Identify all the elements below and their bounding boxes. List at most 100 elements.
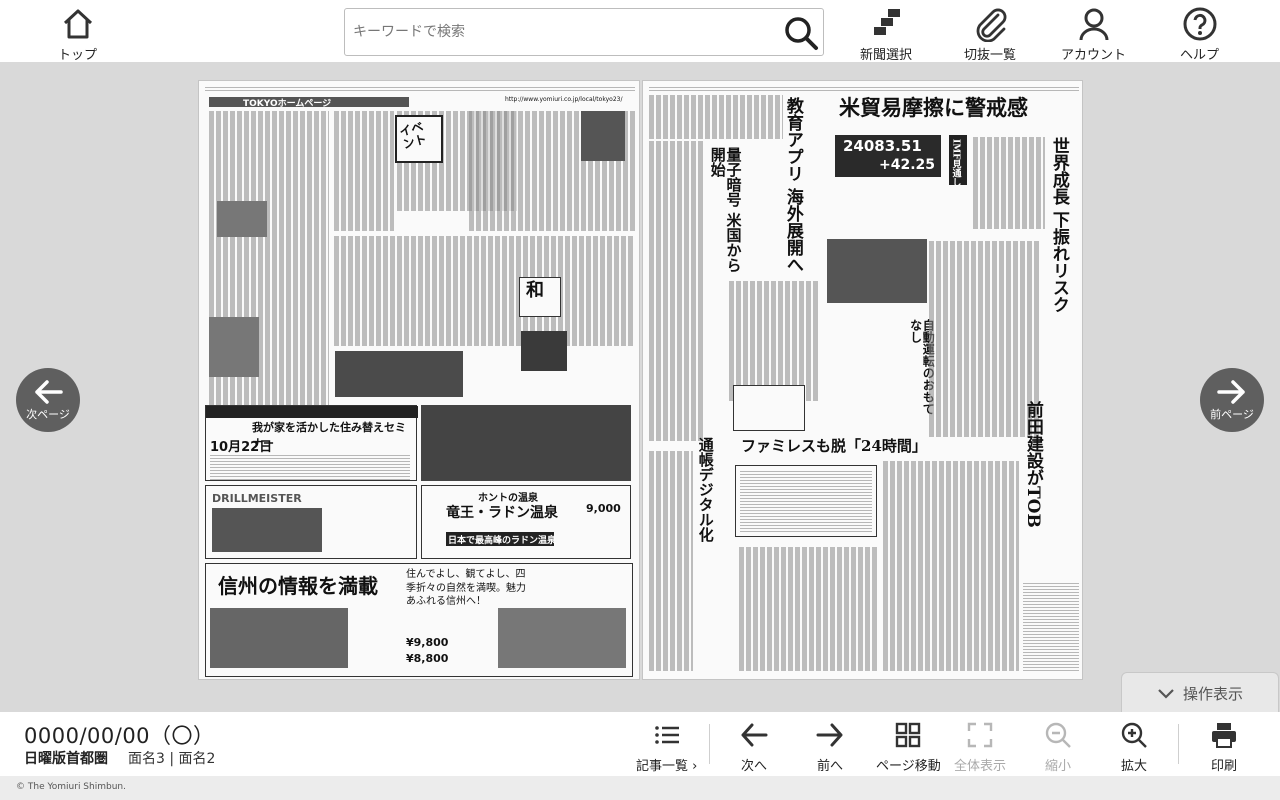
paper-select-button[interactable]: 新聞選択 — [860, 6, 912, 63]
newspaper-stack-icon — [874, 9, 900, 35]
article-photo — [581, 111, 625, 161]
operations-toggle-button[interactable]: 操作表示 — [1121, 672, 1279, 714]
articles-list-label: 記事一覧 › — [636, 759, 698, 774]
paperclip-icon — [976, 8, 1007, 42]
section-url: http://www.yomiuri.co.jp/local/tokyo23/ — [505, 96, 623, 103]
ad-seminar-date: 10月22日 — [210, 440, 273, 455]
prev-page-button[interactable]: 次ページ — [16, 368, 80, 432]
article-column — [973, 137, 1045, 229]
page-names: 面名3 | 面名2 — [128, 751, 216, 767]
search-icon[interactable] — [783, 15, 819, 51]
fit-view-label: 全体表示 — [954, 759, 1007, 774]
article-column — [649, 141, 703, 441]
print-label: 印刷 — [1210, 759, 1237, 774]
ad-seminar[interactable]: 我が家を活かした住み替えセミナー 10月22日 — [205, 405, 418, 481]
article-column — [334, 236, 634, 346]
ad-drill-brand: DRILLMEISTER — [212, 492, 302, 505]
arrow-left-icon — [35, 379, 63, 404]
article-photo — [521, 331, 567, 371]
ad-drill-photo — [212, 508, 322, 552]
next-page-label: 前ページ — [1210, 407, 1254, 421]
next-page-button[interactable]: 前ページ — [1200, 368, 1264, 432]
famires-table — [735, 465, 877, 537]
paper-select-label: 新聞選択 — [860, 48, 913, 63]
ad-onsen-price: 9,000 — [586, 502, 621, 515]
home-label: トップ — [58, 48, 98, 63]
ad-shinshu-poem: 住んでよし、観てよし、四季折々の自然を満喫。魅力あふれる信州へ！ — [406, 569, 526, 607]
home-button[interactable]: トップ — [58, 6, 97, 63]
print-button[interactable]: 印刷 — [1209, 720, 1239, 774]
ad-onsen-catch: 日本で最高峰のラドン温泉 — [448, 536, 557, 546]
ad-seminar-body — [210, 454, 410, 480]
clippings-button[interactable]: 切抜一覧 — [964, 6, 1016, 63]
ad-onsen-title: 竜王・ラドン温泉 — [446, 505, 558, 521]
newspaper-page-right[interactable]: 米貿易摩擦に警戒感 教育アプリ 海外展開へ 24083.51 +42.25 IM… — [642, 80, 1083, 680]
page-move-label: ページ移動 — [876, 759, 941, 774]
headline-growth: 世界成長 下振れリスク — [1048, 137, 1069, 313]
ad-onsen[interactable]: ホントの温泉 竜王・ラドン温泉 日本で最高峰のラドン温泉 9,000 — [421, 485, 631, 559]
headline-main: 米貿易摩擦に警戒感 — [839, 95, 1028, 120]
event-info-badge: イベ ント — [395, 115, 443, 163]
infographic — [733, 385, 805, 431]
headline-quantum: 量子暗号 米国から開始 — [708, 147, 743, 273]
zoom-out-button[interactable]: 縮小 — [1043, 720, 1073, 774]
bottom-toolbar: 0000/00/00（〇） 日曜版首都圏 面名3 | 面名2 記事一覧 › 次へ… — [0, 712, 1280, 776]
list-icon — [654, 726, 679, 744]
toolbar-divider — [709, 724, 710, 764]
famires-table-rows — [740, 470, 872, 532]
articles-list-button[interactable]: 記事一覧 › — [636, 720, 697, 774]
zoom-in-label: 拡大 — [1120, 759, 1147, 774]
arrow-right-icon — [816, 723, 843, 747]
next-label: 次へ — [740, 759, 767, 774]
grid-icon — [896, 722, 921, 748]
clippings-label: 切抜一覧 — [964, 48, 1017, 63]
operations-toggle-label: 操作表示 — [1182, 685, 1243, 703]
search-input[interactable] — [353, 19, 773, 45]
toolbar-divider — [1178, 724, 1179, 764]
market-table — [1023, 581, 1079, 671]
article-photo — [209, 317, 259, 377]
newspaper-page-left[interactable]: TOKYOホームページ http://www.yomiuri.co.jp/loc… — [198, 80, 640, 680]
help-icon — [1183, 7, 1216, 41]
ad-shinshu-title: 信州の情報を満載 — [218, 574, 378, 598]
article-column — [334, 111, 394, 231]
account-button[interactable]: アカウント — [1061, 6, 1126, 63]
arrow-right-icon — [1217, 379, 1245, 404]
article-column — [729, 281, 819, 401]
help-label: ヘルプ — [1180, 48, 1220, 63]
article-photo — [217, 201, 267, 237]
prev-page-label: 次ページ — [26, 407, 70, 421]
ticker-value-1: 24083.51 — [843, 137, 922, 155]
ad-map — [498, 608, 626, 668]
arrow-left-icon — [741, 723, 768, 747]
ad-shinshu[interactable]: 信州の情報を満載 住んでよし、観てよし、四季折々の自然を満喫。魅力あふれる信州へ… — [205, 563, 633, 677]
imf-label: IMF見通し — [950, 139, 961, 187]
zoom-out-icon — [1045, 722, 1071, 748]
article-column — [739, 547, 879, 671]
headline-bank: 通帳デジタル化 — [696, 437, 715, 542]
article-column — [649, 95, 783, 139]
event-info-glyphs: イベ ント — [397, 119, 428, 152]
fit-view-button[interactable]: 全体表示 — [954, 720, 1006, 774]
page-move-button[interactable]: ページ移動 — [876, 720, 941, 774]
zoom-in-button[interactable]: 拡大 — [1119, 720, 1149, 774]
prev-button[interactable]: 前へ — [815, 720, 845, 774]
ad-price-2: ¥9,800 — [406, 636, 449, 649]
top-toolbar: トップ 新聞選択 切抜一覧 アカウント ヘルプ — [0, 0, 1280, 63]
page-header-line — [205, 85, 635, 91]
issue-date: 0000/00/00（〇） — [24, 724, 215, 748]
copyright-text: © The Yomiuri Shimbun. — [16, 782, 126, 792]
ticker-value-2: +42.25 — [879, 157, 936, 173]
ad-ryokan-photo[interactable] — [421, 405, 631, 481]
headline-edu: 教育アプリ 海外展開へ — [782, 97, 803, 273]
account-icon — [1079, 8, 1108, 41]
fullscreen-icon — [967, 722, 993, 748]
zoom-in-icon — [1121, 722, 1147, 748]
footer: © The Yomiuri Shimbun. — [0, 776, 1280, 800]
chevron-down-icon — [1158, 688, 1174, 699]
ad-drill[interactable]: DRILLMEISTER — [205, 485, 417, 559]
next-button[interactable]: 次へ — [739, 720, 769, 774]
stage-photo — [335, 351, 463, 397]
ticker-board: 24083.51 +42.25 — [835, 135, 941, 177]
help-button[interactable]: ヘルプ — [1180, 6, 1219, 63]
